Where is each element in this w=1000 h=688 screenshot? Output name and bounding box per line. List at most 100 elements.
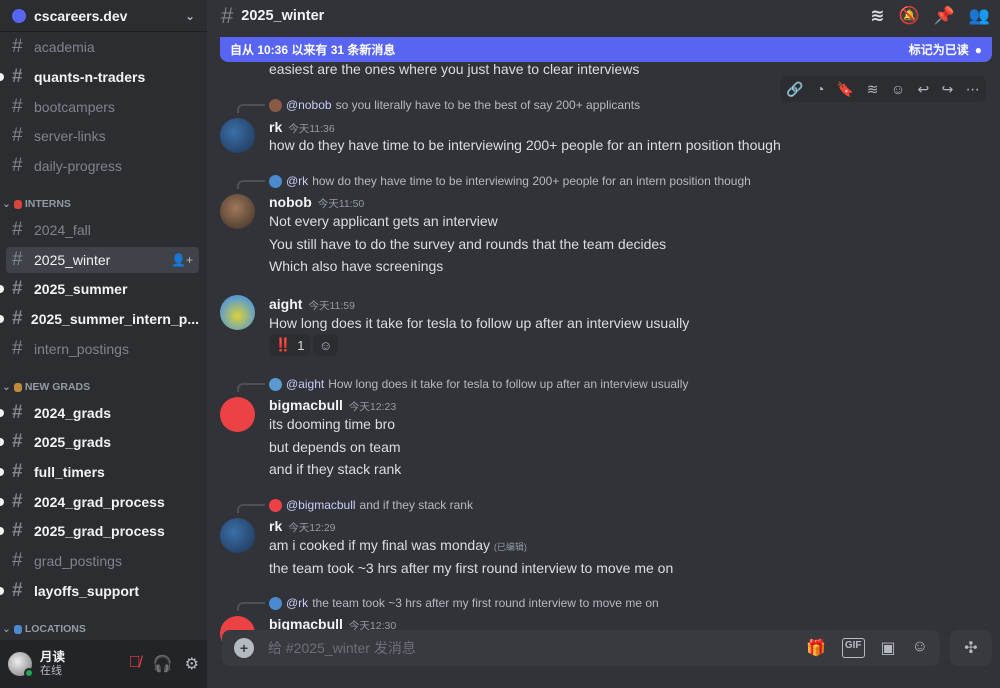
category-emoji-icon <box>13 382 22 392</box>
hash-icon: # <box>12 491 23 512</box>
author-name[interactable]: rk <box>269 518 282 534</box>
channel-2024-grad-process[interactable]: #2024_grad_process <box>0 489 199 515</box>
bookmark-icon[interactable]: 🔖 <box>837 81 854 98</box>
category-label: LOCATIONS <box>24 623 86 635</box>
author-name[interactable]: nobob <box>269 194 312 210</box>
timestamp: 今天11:36 <box>288 123 335 135</box>
channel-server-links[interactable]: # server-links <box>6 123 199 149</box>
avatar[interactable] <box>220 194 255 229</box>
sticker-icon[interactable]: ▣ <box>881 638 896 658</box>
channel-intern-postings[interactable]: # intern_postings <box>6 336 199 362</box>
gif-icon[interactable]: GIF <box>841 638 865 658</box>
channel-2024-fall[interactable]: #2024_fall <box>6 217 199 243</box>
channel-daily-progress[interactable]: # daily-progress <box>6 153 199 179</box>
unread-indicator <box>0 409 4 417</box>
add-attachment-icon[interactable]: + <box>234 638 254 658</box>
gift-icon[interactable]: 🎁 <box>806 638 826 658</box>
avatar[interactable] <box>220 295 255 330</box>
reply-icon[interactable]: ↩ <box>918 81 930 98</box>
channel-academia[interactable]: # academia <box>6 34 199 60</box>
channel-quants-n-traders[interactable]: # quants-n-traders <box>0 64 199 90</box>
add-reaction-button[interactable]: ☺ <box>313 334 339 356</box>
author-name[interactable]: aight <box>269 296 302 312</box>
members-icon[interactable]: 👥 <box>969 6 990 26</box>
category-interns[interactable]: ⌄ INTERNS <box>2 198 71 210</box>
message-toolbar: 🔗 ◔ 🔖 ≋ ☺ ↩ ↪ ⋯ <box>780 76 986 102</box>
headphones-icon[interactable]: 🎧 <box>153 654 173 674</box>
server-icon <box>12 8 26 23</box>
emoji-icon[interactable]: ☺ <box>891 81 905 97</box>
reply-preview[interactable]: @rk the team took ~3 hrs after my first r… <box>269 596 659 610</box>
channel-name: academia <box>34 39 95 55</box>
avatar[interactable] <box>220 118 255 153</box>
channel-2025-summer-intern-p-[interactable]: #2025_summer_intern_p... <box>0 306 199 332</box>
hash-icon: # <box>12 66 23 87</box>
hash-icon: # <box>12 219 23 240</box>
reply-preview[interactable]: @bigmacbull and if they stack rank <box>269 498 473 512</box>
channel-name: 2024_grad_process <box>34 494 165 510</box>
channel-name: bootcampers <box>34 99 115 115</box>
notification-bell-muted-icon[interactable]: 🔕 <box>898 6 919 26</box>
message-text: and if they stack rank <box>269 461 402 477</box>
category-label: INTERNS <box>24 198 71 210</box>
channel-2025-winter[interactable]: #2025_winter 👤+ <box>6 247 199 273</box>
channel-2025-summer[interactable]: #2025_summer <box>0 276 199 302</box>
reply-thread-icon[interactable]: ◔ <box>816 81 824 97</box>
hash-icon: # <box>12 249 23 270</box>
threads-icon[interactable]: ≋ <box>870 6 884 26</box>
chevron-down-icon: ⌄ <box>2 623 11 635</box>
online-status-icon <box>24 668 34 678</box>
avatar[interactable] <box>220 397 255 432</box>
user-panel: 月读 在线 🎙̸ 🎧 ⚙ <box>0 640 207 688</box>
channel-name: grad_postings <box>34 553 122 569</box>
server-header[interactable]: cscareers.dev ⌄ <box>0 0 207 32</box>
emoji-icon[interactable]: ☺ <box>912 638 928 658</box>
channel-name: 2024_grads <box>34 405 112 421</box>
forward-icon[interactable]: ↪ <box>942 81 954 98</box>
channel-grad-postings[interactable]: # grad_postings <box>6 548 199 574</box>
mark-as-read-button[interactable]: 标记为已读 <box>909 41 969 58</box>
author-name[interactable]: bigmacbull <box>269 397 343 413</box>
chevron-down-icon: ⌄ <box>2 381 11 393</box>
author-name[interactable]: rk <box>269 119 282 135</box>
message-input[interactable]: + 给 #2025_winter 发消息 🎁 GIF ▣ ☺ <box>222 630 940 666</box>
new-messages-banner[interactable]: 自从 10:36 以来有 31 条新消息 标记为已读 ● <box>220 37 992 62</box>
apps-button[interactable]: ✣ <box>950 630 992 666</box>
thread-icon[interactable]: ≋ <box>867 81 879 98</box>
invite-icon[interactable]: 👤+ <box>171 253 193 267</box>
link-icon[interactable]: 🔗 <box>786 81 803 98</box>
channel-full-timers[interactable]: # full_timers <box>0 459 199 485</box>
mic-muted-icon[interactable]: 🎙̸ <box>129 654 141 674</box>
category-locations[interactable]: ⌄ LOCATIONS <box>2 623 86 635</box>
avatar[interactable] <box>220 518 255 553</box>
channel-layoffs-support[interactable]: # layoffs_support <box>0 578 199 604</box>
gear-icon[interactable]: ⚙ <box>185 654 199 674</box>
channel-header: #2025_winter ≋ 🔕 📌 👥 <box>207 0 1000 32</box>
reaction-count: 1 <box>297 337 305 353</box>
channel-bootcampers[interactable]: # bootcampers <box>6 94 199 120</box>
pin-icon[interactable]: 📌 <box>934 6 955 26</box>
message-text: the team took ~3 hrs after my first roun… <box>269 560 674 576</box>
chevron-down-icon: ⌄ <box>184 8 195 23</box>
hash-icon: # <box>12 278 23 299</box>
channel-2025-grad-process[interactable]: #2025_grad_process <box>0 518 199 544</box>
channel-2024-grads[interactable]: #2024_grads <box>0 400 199 426</box>
message-text: How long does it take for tesla to follo… <box>269 315 690 331</box>
reply-preview[interactable]: @rk how do they have time to be interview… <box>269 174 751 188</box>
timestamp: 今天12:23 <box>348 401 397 413</box>
message-text: easiest are the ones where you just have… <box>269 61 640 77</box>
channel-name: daily-progress <box>34 158 122 174</box>
user-status: 在线 <box>40 665 62 677</box>
channel-2025-grads[interactable]: #2025_grads <box>0 429 199 455</box>
reaction-button[interactable]: ‼️ 1 <box>269 334 311 356</box>
channel-sidebar: cscareers.dev ⌄ # academia # quants-n-trader… <box>0 0 207 688</box>
more-icon[interactable]: ⋯ <box>966 81 980 98</box>
category-new_grads[interactable]: ⌄ NEW GRADS <box>2 381 90 393</box>
channel-name: server-links <box>34 128 106 144</box>
avatar[interactable] <box>8 652 34 678</box>
reply-preview[interactable]: @nobob so you literally have to be the be… <box>269 98 640 112</box>
channel-name: 2025_winter <box>34 252 111 268</box>
reply-preview[interactable]: @aight How long does it take for tesla to… <box>269 377 688 391</box>
channel-name: 2025_grads <box>34 434 112 450</box>
hash-icon: # <box>12 431 23 452</box>
